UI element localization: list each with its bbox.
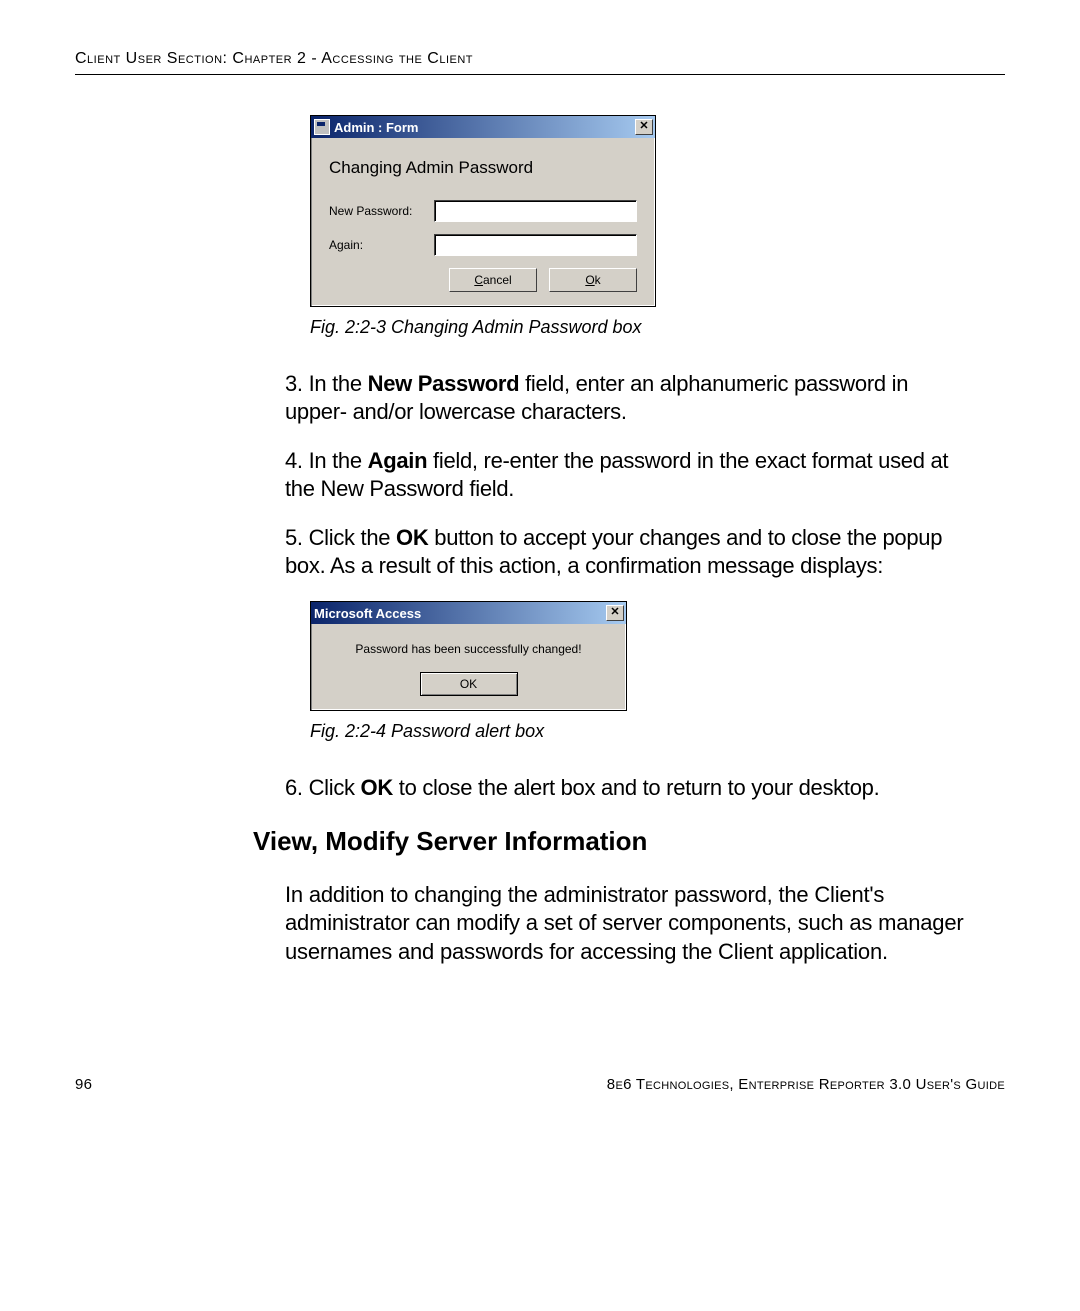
dialog-heading: Changing Admin Password: [329, 158, 637, 178]
new-password-label: New Password:: [329, 204, 434, 218]
dialog-title: Microsoft Access: [314, 606, 421, 621]
close-button[interactable]: ✕: [606, 605, 624, 621]
dialog-titlebar: Admin : Form ✕: [311, 116, 655, 138]
step-6: 6. Click OK to close the alert box and t…: [285, 774, 975, 802]
password-alert-dialog: Microsoft Access ✕ Password has been suc…: [310, 601, 627, 711]
dialog-titlebar: Microsoft Access ✕: [311, 602, 626, 624]
close-button[interactable]: ✕: [635, 119, 653, 135]
admin-password-dialog: Admin : Form ✕ Changing Admin Password N…: [310, 115, 656, 307]
cancel-button[interactable]: Cancel: [449, 268, 537, 292]
new-password-input[interactable]: [434, 200, 637, 222]
footer-right: 8e6 Technologies, Enterprise Reporter 3.…: [607, 1076, 1005, 1093]
alert-message: Password has been successfully changed!: [311, 624, 626, 668]
again-label: Again:: [329, 238, 434, 252]
ok-button[interactable]: Ok: [549, 268, 637, 292]
figure-caption-1: Fig. 2:2-3 Changing Admin Password box: [310, 317, 1005, 338]
section-heading: View, Modify Server Information: [253, 826, 1005, 857]
figure-caption-2: Fig. 2:2-4 Password alert box: [310, 721, 1005, 742]
form-icon: [314, 119, 330, 135]
again-input[interactable]: [434, 234, 637, 256]
step-3: 3. In the New Password field, enter an a…: [285, 370, 975, 425]
step-4: 4. In the Again field, re-enter the pass…: [285, 447, 975, 502]
alert-ok-button[interactable]: OK: [420, 672, 518, 696]
section-paragraph: In addition to changing the administrato…: [285, 881, 975, 967]
running-head: Client User Section: Chapter 2 - Accessi…: [75, 50, 1005, 75]
dialog-title: Admin : Form: [334, 120, 419, 135]
step-5: 5. Click the OK button to accept your ch…: [285, 524, 975, 579]
page-number: 96: [75, 1076, 92, 1093]
